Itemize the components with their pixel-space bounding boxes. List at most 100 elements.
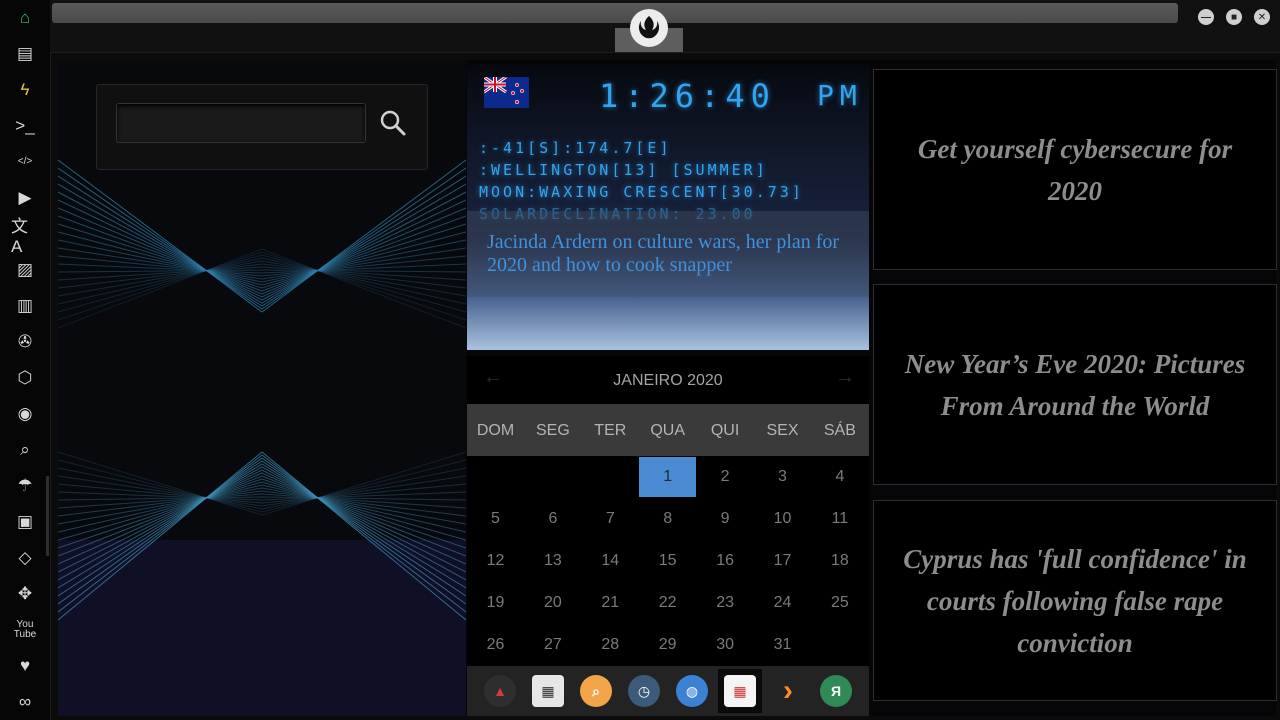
news-card[interactable]: Get yourself cybersecure for 2020 — [873, 69, 1277, 270]
news-reader-icon[interactable]: ▦ — [526, 669, 570, 713]
calendar-day[interactable]: 20 — [524, 583, 581, 623]
new-zealand-flag-icon — [484, 77, 529, 108]
calendar-day[interactable]: 2 — [697, 457, 754, 497]
calendar-day[interactable]: 23 — [697, 583, 754, 623]
play-icon[interactable]: ▶ — [11, 184, 39, 212]
news-card[interactable]: New Year’s Eve 2020: Pictures From Aroun… — [873, 284, 1277, 485]
left-sidebar: ⌂ ▤ ϟ >_ </> ▶ 文A ▨ ▥ ✇ ⬡ ◉ ⌕ ☂ ▣ ◇ ✥ You Tube ♥ ∞ — [0, 0, 51, 720]
magnifier-app-icon-glyph: ⌕ — [580, 675, 612, 707]
headline-overlay[interactable]: Jacinda Ardern on culture wars, her plan… — [467, 211, 869, 297]
browser-globe-icon-glyph: ◍ — [676, 675, 708, 707]
weekday-label: TER — [594, 422, 627, 439]
calendar-month-title: JANEIRO 2020 — [613, 372, 723, 389]
calendar-day[interactable]: 3 — [754, 457, 811, 497]
sidebar-scrollbar[interactable] — [46, 476, 49, 556]
newspaper-icon[interactable]: ▥ — [11, 292, 39, 320]
calendar-day[interactable]: 28 — [582, 625, 639, 665]
news-title[interactable]: New Year’s Eve 2020: Pictures From Aroun… — [890, 343, 1260, 427]
weekday-label: QUA — [650, 422, 686, 439]
close-icon[interactable]: ✕ — [1254, 9, 1270, 25]
terminal-icon[interactable]: >_ — [11, 112, 39, 140]
home-icon[interactable]: ⌂ — [11, 4, 39, 32]
weekday-label: SEG — [535, 422, 570, 439]
calendar-day[interactable]: 9 — [697, 499, 754, 539]
empire-icon[interactable]: ⬡ — [11, 364, 39, 392]
moon-phase-readout: MOON:WAXING CRESCENT[30.73] — [479, 183, 804, 201]
infinity-cloud-icon[interactable]: ∞ — [11, 688, 39, 716]
search-input[interactable] — [116, 103, 366, 143]
weekday-header: DOM SEG TER QUA QUI SEX SÁB — [467, 404, 869, 456]
calendar-day[interactable]: 21 — [582, 583, 639, 623]
calendar-app-icon[interactable]: ▦ — [718, 669, 762, 713]
clock-app-icon-glyph: ◷ — [628, 675, 660, 707]
calendar-day[interactable]: 30 — [697, 625, 754, 665]
weekday-label: DOM — [476, 422, 515, 439]
magnifier-app-icon[interactable]: ⌕ — [574, 669, 618, 713]
calendar-day[interactable]: 25 — [811, 583, 868, 623]
umbrella-icon[interactable]: ☂ — [11, 472, 39, 500]
coordinates-readout: :-41[S]:174.7[E] — [479, 139, 672, 157]
headline-text[interactable]: Jacinda Ardern on culture wars, her plan… — [487, 231, 857, 277]
calendar-day[interactable]: 5 — [467, 499, 524, 539]
calendar-day[interactable]: 29 — [639, 625, 696, 665]
calendar-day[interactable]: 26 — [467, 625, 524, 665]
calendar-app-icon-glyph: ▦ — [724, 675, 756, 707]
clock-ampm: PM — [817, 79, 863, 112]
search-icon[interactable]: ⌕ — [11, 436, 39, 464]
calendar-header: ← JANEIRO 2020 → — [467, 356, 869, 404]
browser-globe-icon[interactable]: ◍ — [670, 669, 714, 713]
forward-arrow-icon-glyph: › — [783, 674, 793, 707]
calendar-day[interactable]: 7 — [582, 499, 639, 539]
lightning-icon[interactable]: ϟ — [11, 76, 39, 104]
ark-app-icon[interactable]: ▲ — [478, 669, 522, 713]
fullscreen-icon[interactable]: ✥ — [11, 580, 39, 608]
calendar-day[interactable]: 19 — [467, 583, 524, 623]
search-icon[interactable] — [374, 104, 412, 142]
next-month-button[interactable]: → — [835, 366, 855, 389]
calendar-day[interactable]: 8 — [639, 499, 696, 539]
calendar-day[interactable]: 27 — [524, 625, 581, 665]
calendar-day[interactable]: 16 — [697, 541, 754, 581]
heart-icon[interactable]: ♥ — [11, 652, 39, 680]
clock-time: 1:26:40 — [599, 77, 776, 115]
clock-app-icon[interactable]: ◷ — [622, 669, 666, 713]
code-icon[interactable]: </> — [11, 148, 39, 176]
yandex-icon[interactable]: Я — [814, 669, 858, 713]
calendar-day[interactable]: 14 — [582, 541, 639, 581]
calendar-day[interactable]: 11 — [811, 499, 868, 539]
world-clock-widget: 1:26:40 PM :-41[S]:174.7[E] :WELLINGTON[… — [467, 65, 869, 350]
calendar-day[interactable]: 12 — [467, 541, 524, 581]
address-bar[interactable] — [52, 3, 1178, 23]
forward-arrow-icon[interactable]: › — [766, 669, 810, 713]
calendar-day[interactable]: 31 — [754, 625, 811, 665]
news-title[interactable]: Get yourself cybersecure for 2020 — [890, 128, 1260, 212]
location-readout: :WELLINGTON[13] [SUMMER] — [479, 161, 768, 179]
calendar-day[interactable]: 22 — [639, 583, 696, 623]
calendar-day-today[interactable]: 1 — [639, 457, 697, 497]
app-dock: ▲ ▦ ⌕ ◷ ◍ ▦ › Я — [467, 666, 869, 716]
calendar-day[interactable]: 17 — [754, 541, 811, 581]
weekday-label: SÁB — [823, 422, 856, 439]
youtube-icon[interactable]: You Tube — [11, 616, 39, 644]
calendar-day[interactable]: 13 — [524, 541, 581, 581]
calendar-day[interactable]: 6 — [524, 499, 581, 539]
news-card[interactable]: Cyprus has 'full confidence' in courts f… — [873, 500, 1277, 701]
code-diamond-icon[interactable]: ◇ — [11, 544, 39, 572]
calendar-widget: ← JANEIRO 2020 → DOM SEG TER QUA QUI SEX SÁB 1… — [467, 356, 869, 666]
image-icon[interactable]: ▨ — [11, 256, 39, 284]
document-icon[interactable]: ▤ — [11, 40, 39, 68]
calendar-day[interactable]: 10 — [754, 499, 811, 539]
globe-icon[interactable]: ◉ — [11, 400, 39, 428]
calendar-day[interactable]: 18 — [811, 541, 868, 581]
rebel-alliance-icon[interactable] — [630, 9, 668, 47]
maximize-icon[interactable]: ■ — [1226, 9, 1242, 25]
ark-app-icon-glyph: ▲ — [484, 675, 516, 707]
rebel-alliance-icon[interactable]: ✇ — [11, 328, 39, 356]
contacts-icon[interactable]: ▣ — [11, 508, 39, 536]
calendar-day[interactable]: 4 — [811, 457, 868, 497]
minimize-icon[interactable]: — — [1198, 9, 1214, 25]
translate-icon[interactable]: 文A — [11, 217, 39, 256]
news-title[interactable]: Cyprus has 'full confidence' in courts f… — [890, 538, 1260, 664]
calendar-day[interactable]: 15 — [639, 541, 696, 581]
calendar-day[interactable]: 24 — [754, 583, 811, 623]
